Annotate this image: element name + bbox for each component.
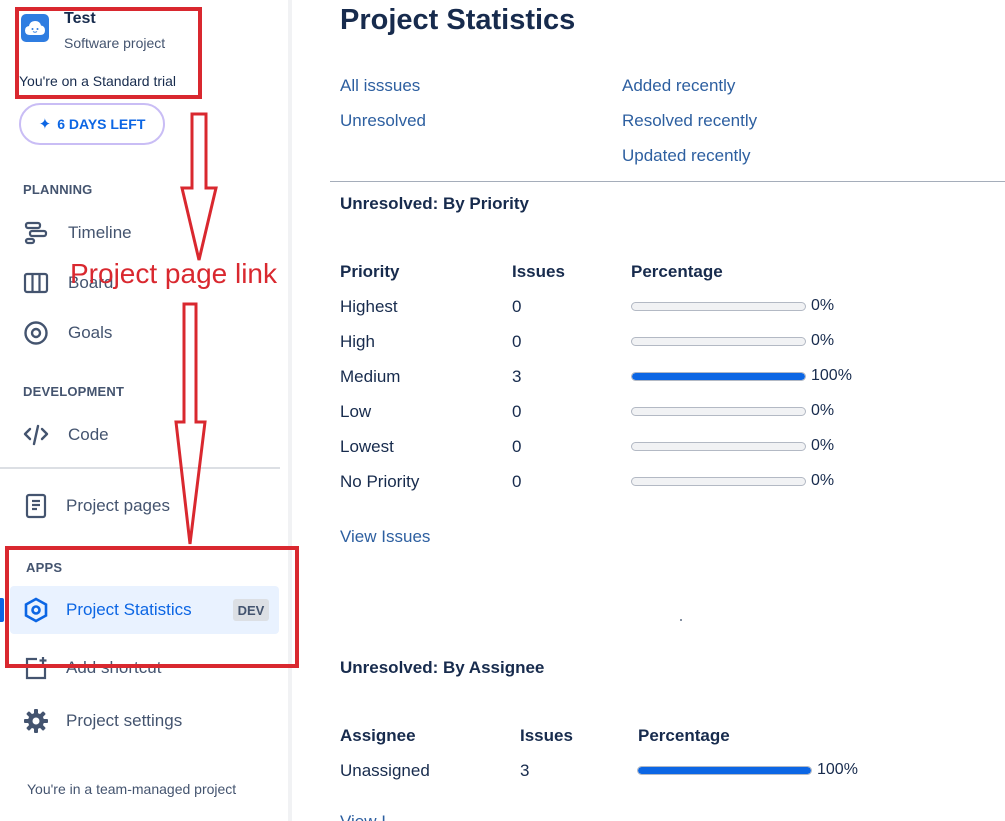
priority-name: Lowest xyxy=(340,437,394,456)
sidebar-item-label: Project pages xyxy=(66,496,170,515)
days-left-button[interactable]: ✦ 6 DAYS LEFT xyxy=(19,103,165,145)
percentage-column-header: Percentage xyxy=(631,262,723,281)
sidebar-item-project-pages[interactable]: Project pages xyxy=(0,486,280,526)
assignee-column-header: Assignee xyxy=(340,726,416,745)
percent-label: 0% xyxy=(811,472,835,489)
issues-count: 3 xyxy=(512,367,522,386)
sidebar-item-label: Timeline xyxy=(68,223,132,242)
priority-name: Low xyxy=(340,402,372,421)
sidebar-item-project-settings[interactable]: Project settings xyxy=(0,701,280,741)
sidebar-item-label: Goals xyxy=(68,323,113,342)
progress-bar xyxy=(631,477,806,486)
annotation-label: Project page link xyxy=(70,258,278,289)
board-icon xyxy=(22,269,50,297)
page-title: Project Statistics xyxy=(340,4,576,36)
issues-count: 3 xyxy=(520,761,530,780)
issues-count: 0 xyxy=(512,297,522,316)
issues-count: 0 xyxy=(512,332,522,351)
timeline-icon xyxy=(22,219,50,247)
progress-bar xyxy=(631,337,806,346)
issues-column-header: Issues xyxy=(520,726,573,745)
assignee-name: Unassigned xyxy=(340,761,430,780)
sidebar-item-goals[interactable]: Goals xyxy=(0,313,280,353)
link-all-issues[interactable]: All isssues xyxy=(340,76,420,96)
sidebar-item-label: Project settings xyxy=(66,711,183,730)
sidebar-item-label: Code xyxy=(68,425,109,444)
assignee-section-title: Unresolved: By Assignee xyxy=(340,658,545,677)
section-divider xyxy=(330,181,1005,182)
code-icon xyxy=(22,421,50,449)
goals-icon xyxy=(22,319,50,347)
link-resolved-recently[interactable]: Resolved recently xyxy=(622,111,757,131)
issues-column-header: Issues xyxy=(512,262,565,281)
percent-label: 0% xyxy=(811,297,835,314)
sidebar-border xyxy=(288,0,292,821)
link-updated-recently[interactable]: Updated recently xyxy=(622,146,751,166)
arrow-upper-icon xyxy=(180,112,218,261)
view-issues-link[interactable]: View Issues xyxy=(340,527,430,547)
priority-name: No Priority xyxy=(340,472,420,491)
percent-label: 100% xyxy=(811,367,852,384)
progress-bar xyxy=(631,372,806,381)
page-icon xyxy=(22,492,50,520)
priority-name: Medium xyxy=(340,367,401,386)
annotation-box-project xyxy=(15,7,202,99)
link-added-recently[interactable]: Added recently xyxy=(622,76,735,96)
team-managed-footer: You're in a team-managed project xyxy=(27,781,237,797)
annotation-arrows xyxy=(174,112,218,545)
sparkle-icon: ✦ xyxy=(38,116,52,133)
priority-name: Highest xyxy=(340,297,398,316)
progress-bar xyxy=(631,302,806,311)
progress-bar xyxy=(631,407,806,416)
development-section-label: DEVELOPMENT xyxy=(23,384,125,399)
priority-name: High xyxy=(340,332,375,351)
sidebar-item-code[interactable]: Code xyxy=(0,415,280,455)
percentage-column-header: Percentage xyxy=(638,726,730,745)
percent-label: 0% xyxy=(811,437,835,454)
planning-section-label: PLANNING xyxy=(23,182,93,197)
percent-label: 0% xyxy=(811,402,835,419)
link-unresolved[interactable]: Unresolved xyxy=(340,111,426,131)
priority-column-header: Priority xyxy=(340,262,400,281)
issues-count: 0 xyxy=(512,402,522,421)
issues-count: 0 xyxy=(512,472,522,491)
percent-label: 0% xyxy=(811,332,835,349)
days-left-label: 6 DAYS LEFT xyxy=(57,116,146,132)
stray-dot xyxy=(680,619,682,621)
annotation-box-apps xyxy=(5,546,299,668)
arrow-lower-icon xyxy=(174,302,207,545)
priority-section-title: Unresolved: By Priority xyxy=(340,194,529,213)
gear-icon xyxy=(22,707,50,735)
progress-fill xyxy=(632,373,805,380)
percent-label: 100% xyxy=(817,761,858,778)
footer-link-partial[interactable]: ... xyxy=(96,812,108,821)
issues-count: 0 xyxy=(512,437,522,456)
sidebar: Test Software project You're on a Standa… xyxy=(0,0,290,821)
sidebar-item-timeline[interactable]: Timeline xyxy=(0,213,280,253)
progress-bar xyxy=(631,442,806,451)
view-issues-link-partial[interactable]: View I... xyxy=(340,812,400,821)
progress-fill xyxy=(638,767,811,774)
progress-bar xyxy=(637,766,812,775)
sidebar-divider xyxy=(0,467,280,469)
